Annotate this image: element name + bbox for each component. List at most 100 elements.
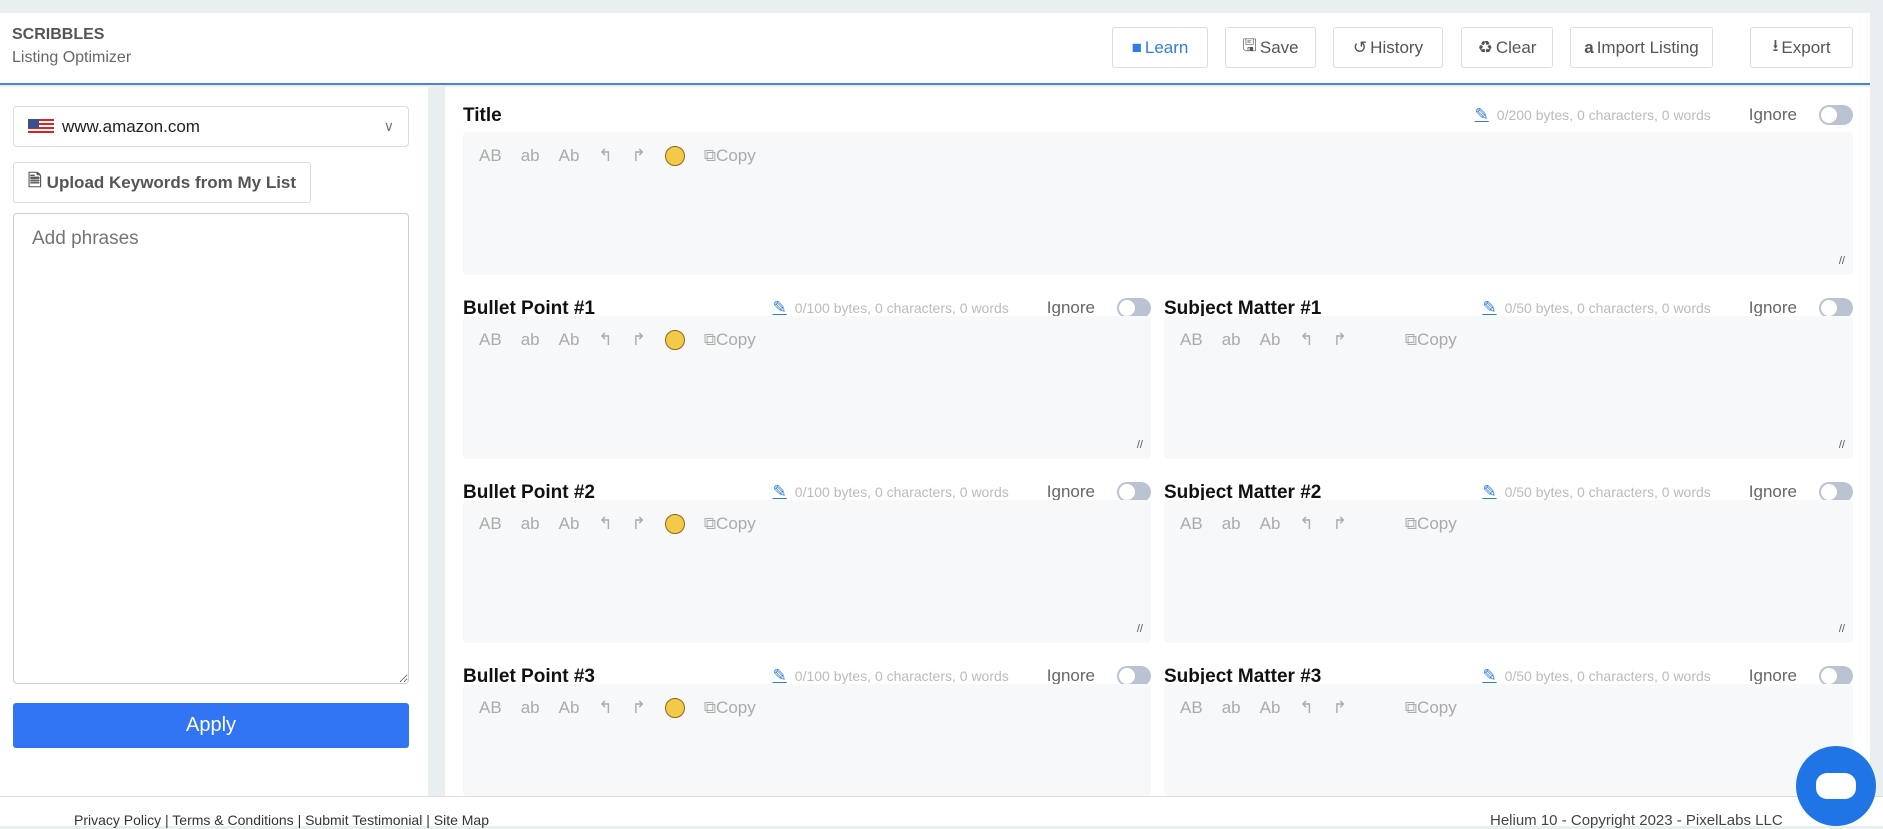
import-listing-button[interactable]: a Import Listing (1570, 27, 1713, 68)
field-textarea[interactable]: AB ab Ab ↰ ↱ ⧉Copy (463, 684, 1151, 796)
pencil-icon[interactable]: ✎ (773, 482, 787, 502)
copy-label: Copy (1417, 698, 1457, 717)
copy-button[interactable]: ⧉Copy (704, 146, 756, 166)
pencil-icon[interactable]: ✎ (1475, 105, 1489, 125)
redo-icon[interactable]: ↱ (632, 698, 646, 718)
lowercase-button[interactable]: ab (521, 514, 540, 534)
redo-icon[interactable]: ↱ (1333, 698, 1347, 718)
resize-handle[interactable]: // (1839, 439, 1845, 451)
save-button[interactable]: 🖫 Save (1225, 27, 1316, 68)
pencil-icon[interactable]: ✎ (1482, 298, 1496, 318)
ignore-toggle[interactable] (1819, 666, 1853, 686)
redo-icon[interactable]: ↱ (632, 146, 646, 166)
titlecase-button[interactable]: Ab (559, 330, 580, 350)
copy-button[interactable]: ⧉Copy (704, 514, 756, 534)
ignore-label: Ignore (1748, 666, 1797, 685)
uppercase-button[interactable]: AB (479, 330, 502, 350)
ignore-toggle[interactable] (1819, 298, 1853, 318)
lowercase-button[interactable]: ab (1222, 514, 1241, 534)
emoji-icon[interactable] (664, 146, 685, 166)
undo-icon[interactable]: ↰ (598, 514, 612, 534)
phrases-input[interactable] (13, 213, 409, 684)
ignore-toggle[interactable] (1117, 482, 1151, 502)
apply-button[interactable]: Apply (13, 703, 409, 748)
copy-button[interactable]: ⧉Copy (704, 698, 756, 718)
uppercase-button[interactable]: AB (479, 146, 502, 166)
history-label: History (1370, 37, 1424, 57)
undo-icon[interactable]: ↰ (598, 146, 612, 166)
ignore-toggle[interactable] (1819, 482, 1853, 502)
copy-button[interactable]: ⧉Copy (1405, 330, 1457, 350)
copyright: Helium 10 - Copyright 2023 - PixelLabs L… (1490, 812, 1783, 829)
titlecase-button[interactable]: Ab (559, 146, 580, 166)
history-button[interactable]: ↺ History (1333, 27, 1443, 68)
ignore-toggle[interactable] (1819, 105, 1853, 125)
titlecase-button[interactable]: Ab (559, 514, 580, 534)
uppercase-button[interactable]: AB (1180, 330, 1203, 350)
lowercase-button[interactable]: ab (1222, 698, 1241, 718)
lowercase-button[interactable]: ab (521, 146, 540, 166)
uppercase-button[interactable]: AB (1180, 698, 1203, 718)
field-stats: 0/200 bytes, 0 characters, 0 words (1496, 107, 1711, 123)
listing-editor: Title ✎ 0/200 bytes, 0 characters, 0 wor… (445, 87, 1870, 796)
undo-icon[interactable]: ↰ (1299, 330, 1313, 350)
undo-icon[interactable]: ↰ (598, 698, 612, 718)
redo-icon[interactable]: ↱ (632, 514, 646, 534)
redo-icon[interactable]: ↱ (1333, 514, 1347, 534)
emoji-icon[interactable] (664, 698, 685, 718)
chat-button[interactable] (1796, 746, 1876, 826)
titlecase-button[interactable]: Ab (1260, 330, 1281, 350)
redo-icon[interactable]: ↱ (632, 330, 646, 350)
undo-icon[interactable]: ↰ (1299, 514, 1313, 534)
field-textarea[interactable]: AB ab Ab ↰ ↱ ⧉Copy // (463, 132, 1853, 275)
uppercase-button[interactable]: AB (479, 514, 502, 534)
upload-keywords-button[interactable]: 🗎 Upload Keywords from My List (13, 162, 311, 203)
history-icon: ↺ (1352, 37, 1368, 57)
pencil-icon[interactable]: ✎ (1482, 482, 1496, 502)
field-stats: 0/50 bytes, 0 characters, 0 words (1504, 300, 1711, 316)
ignore-label: Ignore (1748, 482, 1797, 501)
copy-button[interactable]: ⧉Copy (704, 330, 756, 350)
marketplace-select[interactable]: www.amazon.com ∨ (13, 106, 409, 147)
app-header: SCRIBBLES Listing Optimizer ■ Learn 🖫 Save… (0, 13, 1870, 85)
copy-button[interactable]: ⧉Copy (1405, 514, 1457, 534)
emoji-icon[interactable] (664, 330, 685, 350)
export-button[interactable]: ⭳ Export (1750, 27, 1853, 68)
resize-handle[interactable]: // (1137, 623, 1143, 635)
field-label: Title (463, 105, 502, 126)
resize-handle[interactable]: // (1137, 439, 1143, 451)
pencil-icon[interactable]: ✎ (1482, 666, 1496, 686)
titlecase-button[interactable]: Ab (1260, 514, 1281, 534)
field-textarea[interactable]: AB ab Ab ↰ ↱ ⧉Copy (1164, 684, 1853, 796)
clear-label: Clear (1495, 37, 1537, 57)
uppercase-button[interactable]: AB (1180, 514, 1203, 534)
chevron-down-icon: ∨ (383, 118, 394, 134)
lowercase-button[interactable]: ab (1222, 330, 1241, 350)
lowercase-button[interactable]: ab (521, 330, 540, 350)
field-textarea[interactable]: AB ab Ab ↰ ↱ ⧉Copy // (1164, 316, 1853, 459)
learn-button[interactable]: ■ Learn (1112, 27, 1208, 68)
clear-button[interactable]: ♻ Clear (1461, 27, 1553, 68)
export-label: Export (1781, 37, 1831, 57)
copy-icon: ⧉ (703, 698, 717, 717)
pencil-icon[interactable]: ✎ (773, 666, 787, 686)
undo-icon[interactable]: ↰ (598, 330, 612, 350)
pencil-icon[interactable]: ✎ (773, 298, 787, 318)
uppercase-button[interactable]: AB (479, 698, 502, 718)
redo-icon[interactable]: ↱ (1333, 330, 1347, 350)
lowercase-button[interactable]: ab (521, 698, 540, 718)
field-stats: 0/100 bytes, 0 characters, 0 words (794, 484, 1009, 500)
emoji-icon[interactable] (664, 514, 685, 534)
ignore-toggle[interactable] (1117, 298, 1151, 318)
copy-button[interactable]: ⧉Copy (1405, 698, 1457, 718)
titlecase-button[interactable]: Ab (1260, 698, 1281, 718)
titlecase-button[interactable]: Ab (559, 698, 580, 718)
field-textarea[interactable]: AB ab Ab ↰ ↱ ⧉Copy // (463, 500, 1151, 643)
resize-handle[interactable]: // (1839, 623, 1845, 635)
copy-icon: ⧉ (1404, 514, 1418, 533)
field-textarea[interactable]: AB ab Ab ↰ ↱ ⧉Copy // (1164, 500, 1853, 643)
undo-icon[interactable]: ↰ (1299, 698, 1313, 718)
field-textarea[interactable]: AB ab Ab ↰ ↱ ⧉Copy // (463, 316, 1151, 459)
resize-handle[interactable]: // (1839, 255, 1845, 267)
ignore-toggle[interactable] (1117, 666, 1151, 686)
